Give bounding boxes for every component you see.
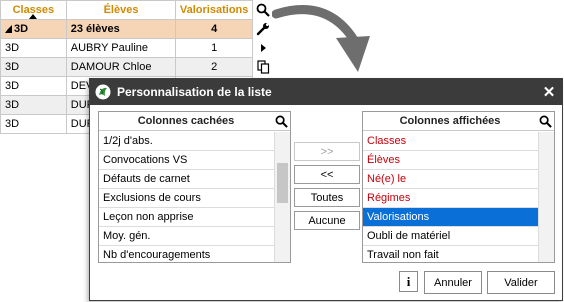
dialog-titlebar[interactable]: Personnalisation de la liste ✕: [90, 79, 562, 105]
shown-columns-list: Classes Élèves Né(e) le Régimes Valorisa…: [363, 132, 538, 262]
curved-arrow-icon: [272, 5, 370, 72]
column-header-valorisations-label: Valorisations: [179, 4, 249, 16]
cell-valorisations: 2: [176, 58, 253, 76]
table-row[interactable]: 3D DAMOUR Chloe 2: [1, 58, 253, 77]
hidden-columns-list: 1/2j d'abs. Convocations VS Défauts de c…: [99, 132, 274, 262]
list-item-locked[interactable]: Classes: [363, 132, 538, 151]
group-summary-class-cell: 3D: [1, 20, 67, 38]
search-icon[interactable]: [273, 112, 290, 130]
sort-asc-icon: [29, 14, 38, 19]
search-icon[interactable]: [537, 112, 554, 130]
cell-eleve: AUBRY Pauline: [67, 39, 177, 57]
wrench-icon[interactable]: [254, 19, 272, 38]
column-header-valorisations[interactable]: Valorisations: [176, 1, 253, 19]
search-icon[interactable]: [254, 0, 272, 19]
hidden-columns-title: Colonnes cachées: [137, 115, 235, 127]
cell-classe: 3D: [1, 96, 67, 114]
move-left-button[interactable]: <<: [294, 165, 360, 184]
shown-columns-panel: Colonnes affichées Classes Élèves Né(e) …: [362, 111, 555, 263]
hidden-columns-scrollbar[interactable]: [274, 132, 290, 262]
cell-classe: 3D: [1, 58, 67, 76]
list-item-selected[interactable]: Valorisations: [363, 208, 538, 227]
customize-list-dialog: Personnalisation de la liste ✕ Colonnes …: [89, 78, 563, 301]
select-none-button[interactable]: Aucune: [294, 211, 360, 230]
dialog-title: Personnalisation de la liste: [117, 85, 272, 99]
cancel-button[interactable]: Annuler: [424, 271, 482, 294]
play-icon[interactable]: [254, 38, 272, 57]
table-row[interactable]: 3D AUBRY Pauline 1: [1, 39, 253, 58]
validate-button[interactable]: Valider: [487, 271, 555, 294]
list-item[interactable]: Travail non fait: [363, 246, 538, 262]
list-item[interactable]: Leçon non apprise: [99, 208, 274, 227]
list-item[interactable]: Moy. gén.: [99, 227, 274, 246]
shown-columns-scrollbar[interactable]: [538, 132, 554, 262]
shown-columns-header: Colonnes affichées: [363, 112, 554, 131]
cell-valorisations: 1: [176, 39, 253, 57]
column-header-eleves-label: Élèves: [103, 4, 139, 16]
list-item[interactable]: Défauts de carnet: [99, 170, 274, 189]
list-item-locked[interactable]: Régimes: [363, 189, 538, 208]
hidden-columns-header: Colonnes cachées: [99, 112, 290, 131]
list-item[interactable]: Nb d'encouragements: [99, 246, 274, 262]
list-item[interactable]: Convocations VS: [99, 151, 274, 170]
cell-eleve: DAMOUR Chloe: [67, 58, 177, 76]
close-icon[interactable]: ✕: [536, 79, 562, 105]
cell-classe: 3D: [1, 115, 67, 133]
column-header-classes[interactable]: Classes: [1, 1, 67, 19]
scrollbar-thumb[interactable]: [277, 163, 288, 203]
group-summary-class: 3D: [14, 23, 29, 35]
list-item[interactable]: 1/2j d'abs.: [99, 132, 274, 151]
cell-classe: 3D: [1, 39, 67, 57]
list-item[interactable]: Exclusions de cours: [99, 189, 274, 208]
list-item-locked[interactable]: Né(e) le: [363, 170, 538, 189]
list-item-locked[interactable]: Élèves: [363, 151, 538, 170]
list-item[interactable]: Oubli de matériel: [363, 227, 538, 246]
collapse-triangle-icon[interactable]: [5, 25, 12, 33]
grid-side-toolbar: [254, 0, 273, 76]
cell-classe: 3D: [1, 77, 67, 95]
copy-icon[interactable]: [254, 57, 272, 76]
column-header-eleves[interactable]: Élèves: [67, 1, 177, 19]
group-summary-row[interactable]: 3D 23 élèves 4: [1, 20, 253, 39]
hidden-columns-panel: Colonnes cachées 1/2j d'abs. Convocation…: [98, 111, 291, 263]
app-logo-icon: [95, 84, 111, 100]
grid-header-row: Classes Élèves Valorisations: [1, 0, 253, 20]
group-summary-students: 23 élèves: [67, 20, 177, 38]
shown-columns-title: Colonnes affichées: [399, 115, 501, 127]
group-summary-valorisations: 4: [176, 20, 253, 38]
move-right-button[interactable]: >>: [294, 142, 360, 161]
info-button[interactable]: i: [399, 271, 418, 292]
select-all-button[interactable]: Toutes: [294, 188, 360, 207]
